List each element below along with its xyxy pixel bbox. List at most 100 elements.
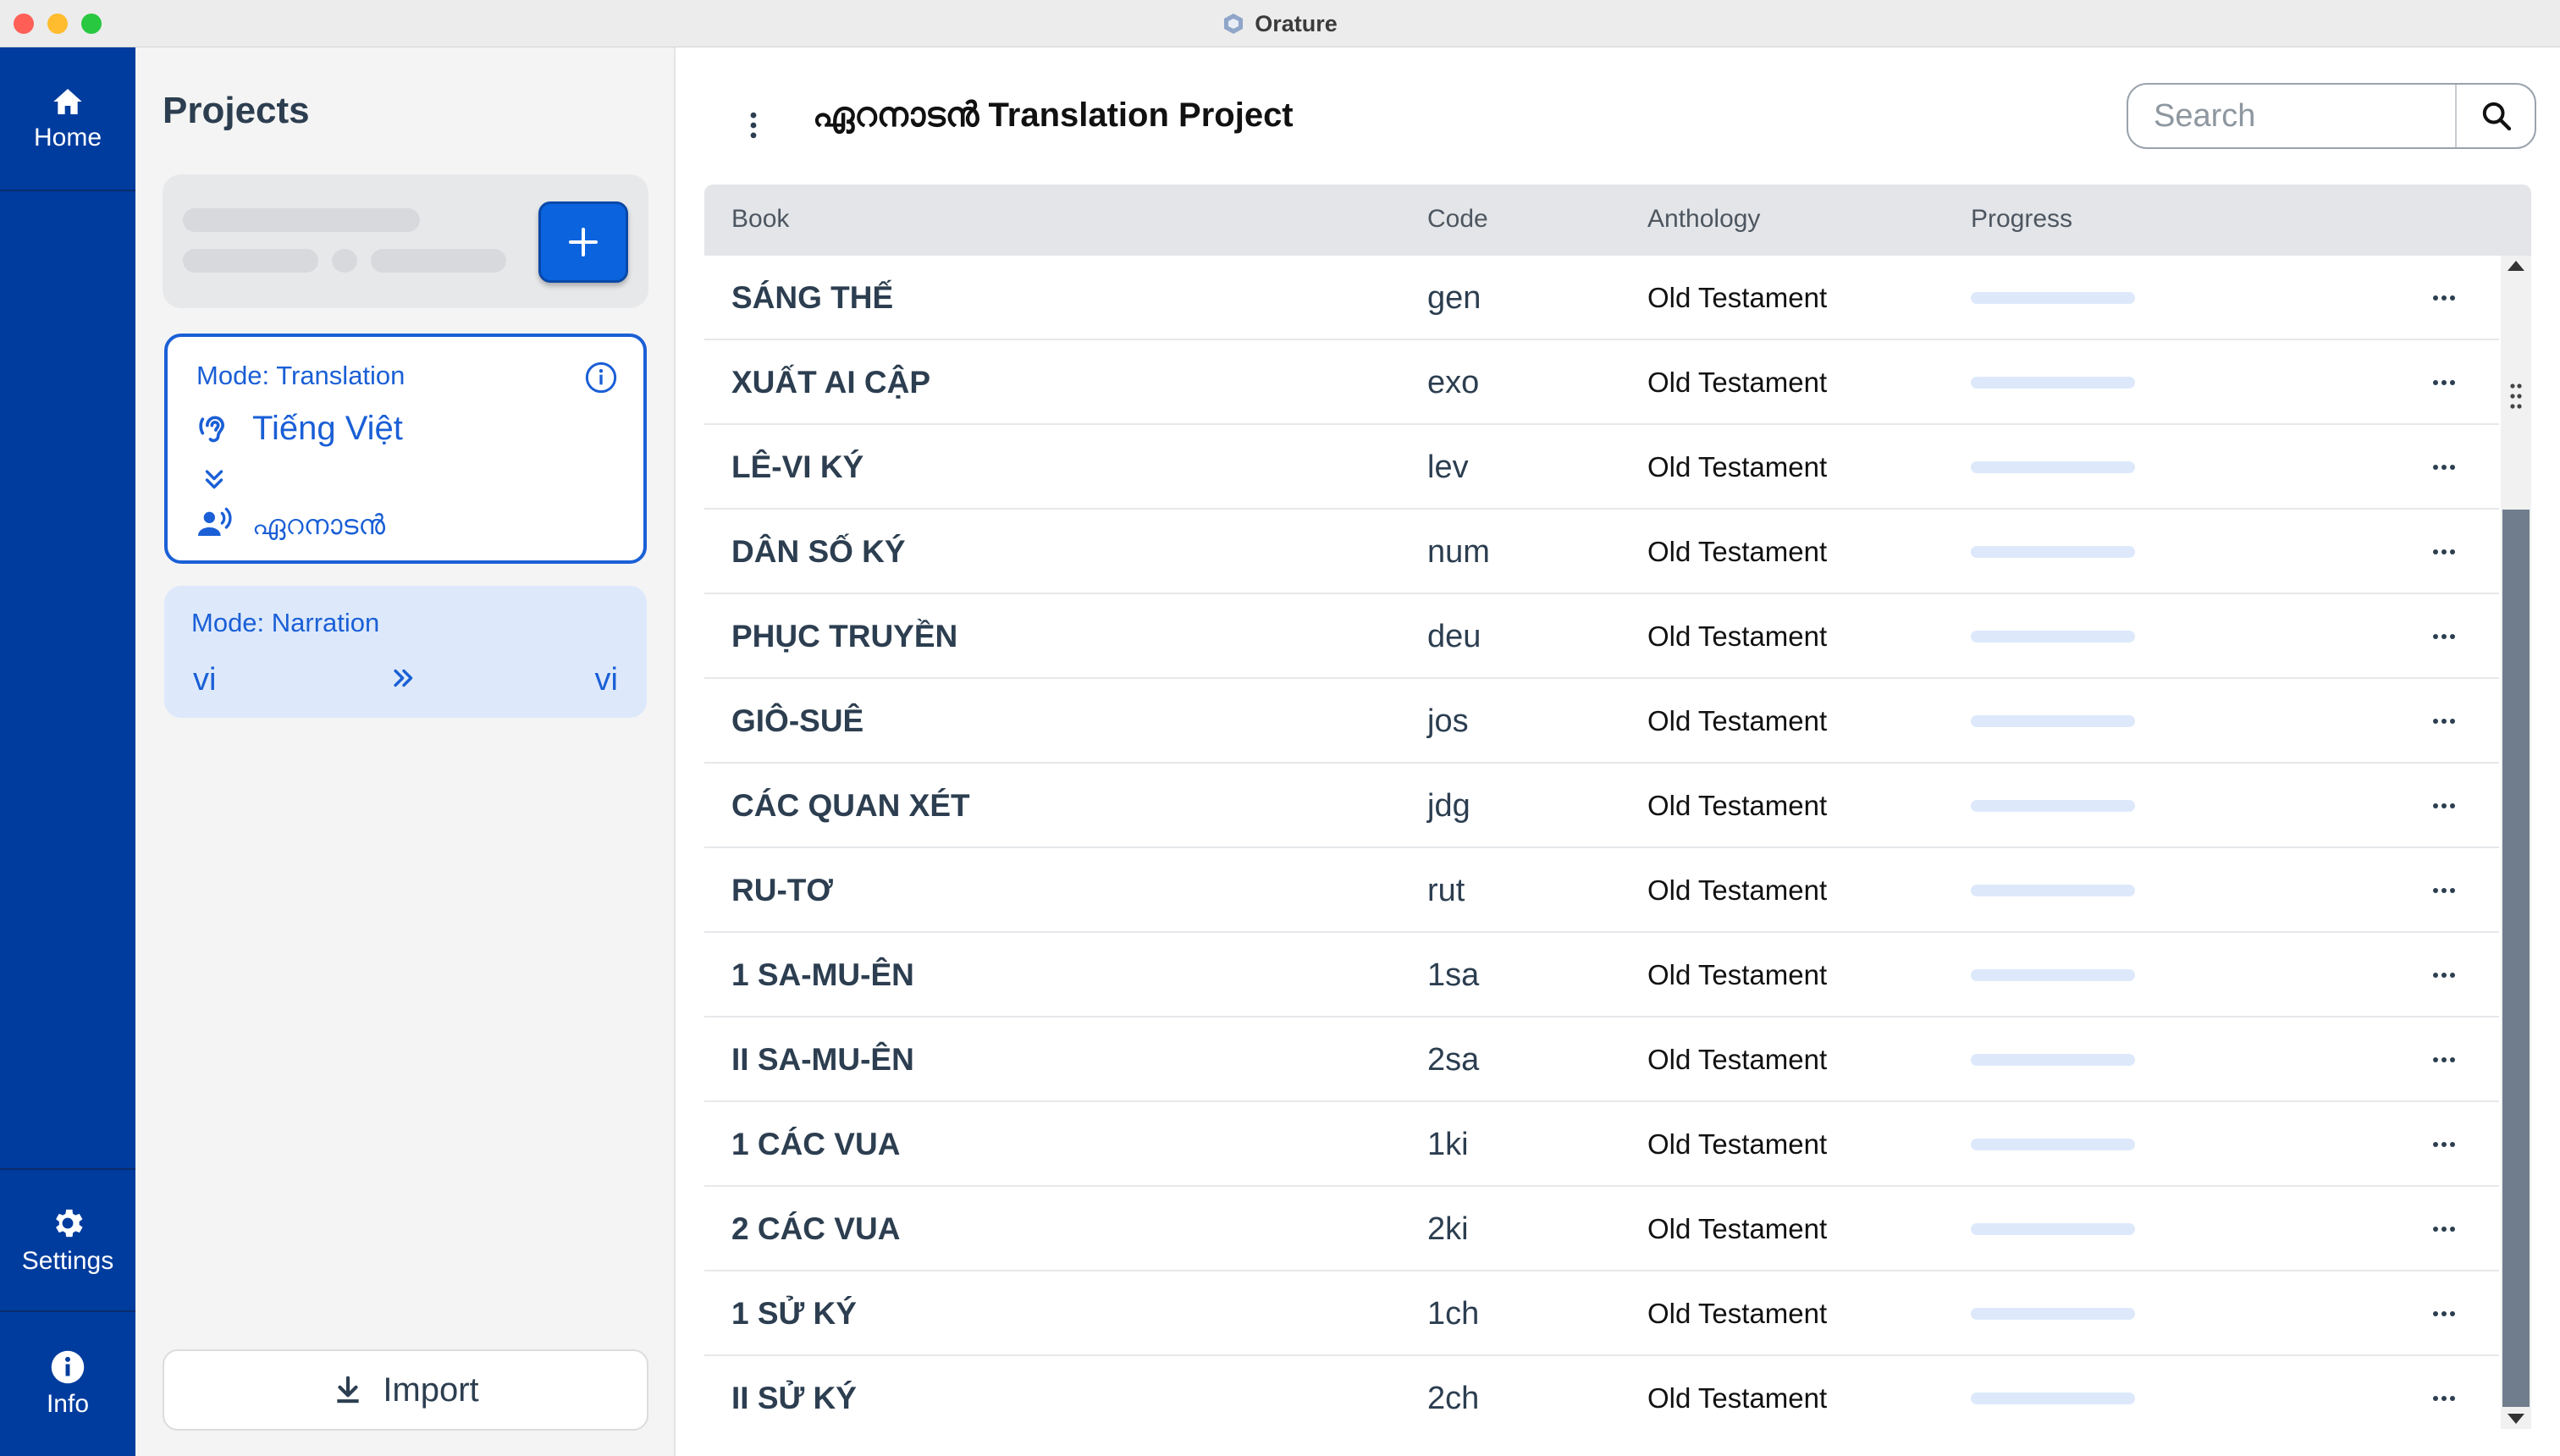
row-menu-button[interactable] xyxy=(2406,933,2482,1018)
nav-info-button[interactable]: Info xyxy=(0,1312,135,1456)
import-button[interactable]: Import xyxy=(163,1349,648,1431)
horizontal-dots-icon xyxy=(2433,465,2455,470)
book-name: SÁNG THẾ xyxy=(731,280,894,315)
table-row[interactable]: 1 SỬ KÝ 1ch Old Testament xyxy=(704,1271,2499,1356)
progress-bar xyxy=(1971,377,2135,389)
book-name: XUẤT AI CẬP xyxy=(731,365,931,400)
table-row[interactable]: PHỤC TRUYỀN deu Old Testament xyxy=(704,594,2499,679)
column-header-anthology[interactable]: Anthology xyxy=(1647,205,1760,234)
search-button[interactable] xyxy=(2455,85,2535,147)
books-table: Book Code Anthology Progress SÁNG THẾ gen… xyxy=(704,185,2531,1429)
skeleton-line xyxy=(183,208,420,232)
progress-bar xyxy=(1971,1054,2135,1066)
horizontal-dots-icon xyxy=(2433,1142,2455,1147)
book-anthology: Old Testament xyxy=(1647,620,1828,652)
table-row[interactable]: II SỬ KÝ 2ch Old Testament xyxy=(704,1356,2499,1429)
horizontal-dots-icon xyxy=(2433,1057,2455,1062)
progress-bar xyxy=(1971,631,2135,643)
book-code: 2ch xyxy=(1427,1380,1480,1416)
nav-settings-button[interactable]: Settings xyxy=(0,1168,135,1312)
row-menu-button[interactable] xyxy=(2406,594,2482,679)
row-menu-button[interactable] xyxy=(2406,340,2482,425)
project-title: ഏറനാടൻ Translation Project xyxy=(813,97,1294,135)
book-code: exo xyxy=(1427,364,1480,400)
progress-bar xyxy=(1971,715,2135,727)
projects-panel: Projects Mode: Translation Tiếng Việt ഏറ… xyxy=(135,47,676,1456)
horizontal-dots-icon xyxy=(2433,634,2455,639)
book-code: num xyxy=(1427,533,1490,570)
project-mode-label: Mode: Narration xyxy=(191,608,380,637)
horizontal-dots-icon xyxy=(2433,1311,2455,1316)
row-menu-button[interactable] xyxy=(2406,1018,2482,1102)
nav-info-label: Info xyxy=(46,1390,90,1418)
skeleton-line xyxy=(183,249,318,273)
row-menu-button[interactable] xyxy=(2406,510,2482,594)
column-header-progress[interactable]: Progress xyxy=(1971,205,2072,234)
book-progress xyxy=(1971,1187,2135,1271)
table-scrollbar[interactable] xyxy=(2501,256,2531,1429)
book-name: 2 CÁC VUA xyxy=(731,1211,901,1246)
row-menu-button[interactable] xyxy=(2406,679,2482,764)
scroll-thumb[interactable] xyxy=(2502,510,2530,1407)
project-card-translation[interactable]: Mode: Translation Tiếng Việt ഏറനാടൻ xyxy=(164,334,647,564)
progress-bar xyxy=(1971,800,2135,812)
book-anthology: Old Testament xyxy=(1647,705,1828,736)
row-menu-button[interactable] xyxy=(2406,764,2482,848)
row-menu-button[interactable] xyxy=(2406,1356,2482,1429)
table-row[interactable]: II SA-MU-ÊN 2sa Old Testament xyxy=(704,1018,2499,1102)
book-anthology: Old Testament xyxy=(1647,367,1828,398)
info-icon[interactable] xyxy=(584,361,618,394)
row-menu-button[interactable] xyxy=(2406,1102,2482,1187)
search-icon xyxy=(2482,102,2512,131)
book-code: gen xyxy=(1427,279,1481,316)
scroll-up-arrow[interactable] xyxy=(2508,261,2524,271)
column-header-code[interactable]: Code xyxy=(1427,205,1488,234)
row-menu-button[interactable] xyxy=(2406,256,2482,340)
project-menu-button[interactable] xyxy=(737,102,770,149)
row-menu-button[interactable] xyxy=(2406,1271,2482,1356)
book-anthology: Old Testament xyxy=(1647,1382,1828,1414)
book-progress xyxy=(1971,1356,2135,1429)
add-project-button[interactable] xyxy=(538,201,628,283)
book-progress xyxy=(1971,1271,2135,1356)
project-card-narration[interactable]: Mode: Narration vi vi xyxy=(164,586,647,718)
table-row[interactable]: CÁC QUAN XÉT jdg Old Testament xyxy=(704,764,2499,848)
table-row[interactable]: DÂN SỐ KÝ num Old Testament xyxy=(704,510,2499,594)
window-title-group: Orature xyxy=(0,0,2560,47)
scroll-grip-icon xyxy=(2510,383,2522,409)
book-progress xyxy=(1971,933,2135,1018)
search-input[interactable] xyxy=(2128,85,2455,147)
search-box xyxy=(2127,83,2536,149)
nav-settings-label: Settings xyxy=(21,1247,114,1275)
row-menu-button[interactable] xyxy=(2406,848,2482,933)
scroll-down-arrow[interactable] xyxy=(2508,1414,2524,1424)
book-code: 2sa xyxy=(1427,1041,1480,1078)
progress-bar xyxy=(1971,292,2135,304)
column-header-book[interactable]: Book xyxy=(731,205,789,234)
table-row[interactable]: RU-TƠ rut Old Testament xyxy=(704,848,2499,933)
row-menu-button[interactable] xyxy=(2406,1187,2482,1271)
book-code: lev xyxy=(1427,449,1469,485)
horizontal-dots-icon xyxy=(2433,803,2455,808)
table-row[interactable]: XUẤT AI CẬP exo Old Testament xyxy=(704,340,2499,425)
window-title: Orature xyxy=(1255,10,1338,36)
nav-home-button[interactable]: Home xyxy=(0,47,135,191)
table-row[interactable]: 1 SA-MU-ÊN 1sa Old Testament xyxy=(704,933,2499,1018)
table-row[interactable]: 2 CÁC VUA 2ki Old Testament xyxy=(704,1187,2499,1271)
book-progress xyxy=(1971,594,2135,679)
book-progress xyxy=(1971,1102,2135,1187)
horizontal-dots-icon xyxy=(2433,295,2455,301)
table-row[interactable]: SÁNG THẾ gen Old Testament xyxy=(704,256,2499,340)
book-progress xyxy=(1971,256,2135,340)
window-titlebar: Orature xyxy=(0,0,2560,47)
table-row[interactable]: LÊ-VI KÝ lev Old Testament xyxy=(704,425,2499,510)
ear-icon xyxy=(199,416,225,443)
book-anthology: Old Testament xyxy=(1647,1044,1828,1075)
book-name: RU-TƠ xyxy=(731,873,833,907)
row-menu-button[interactable] xyxy=(2406,425,2482,510)
table-row[interactable]: GIÔ-SUÊ jos Old Testament xyxy=(704,679,2499,764)
skeleton-line xyxy=(371,249,506,273)
book-code: 1ki xyxy=(1427,1126,1469,1162)
horizontal-dots-icon xyxy=(2433,380,2455,385)
table-row[interactable]: 1 CÁC VUA 1ki Old Testament xyxy=(704,1102,2499,1187)
